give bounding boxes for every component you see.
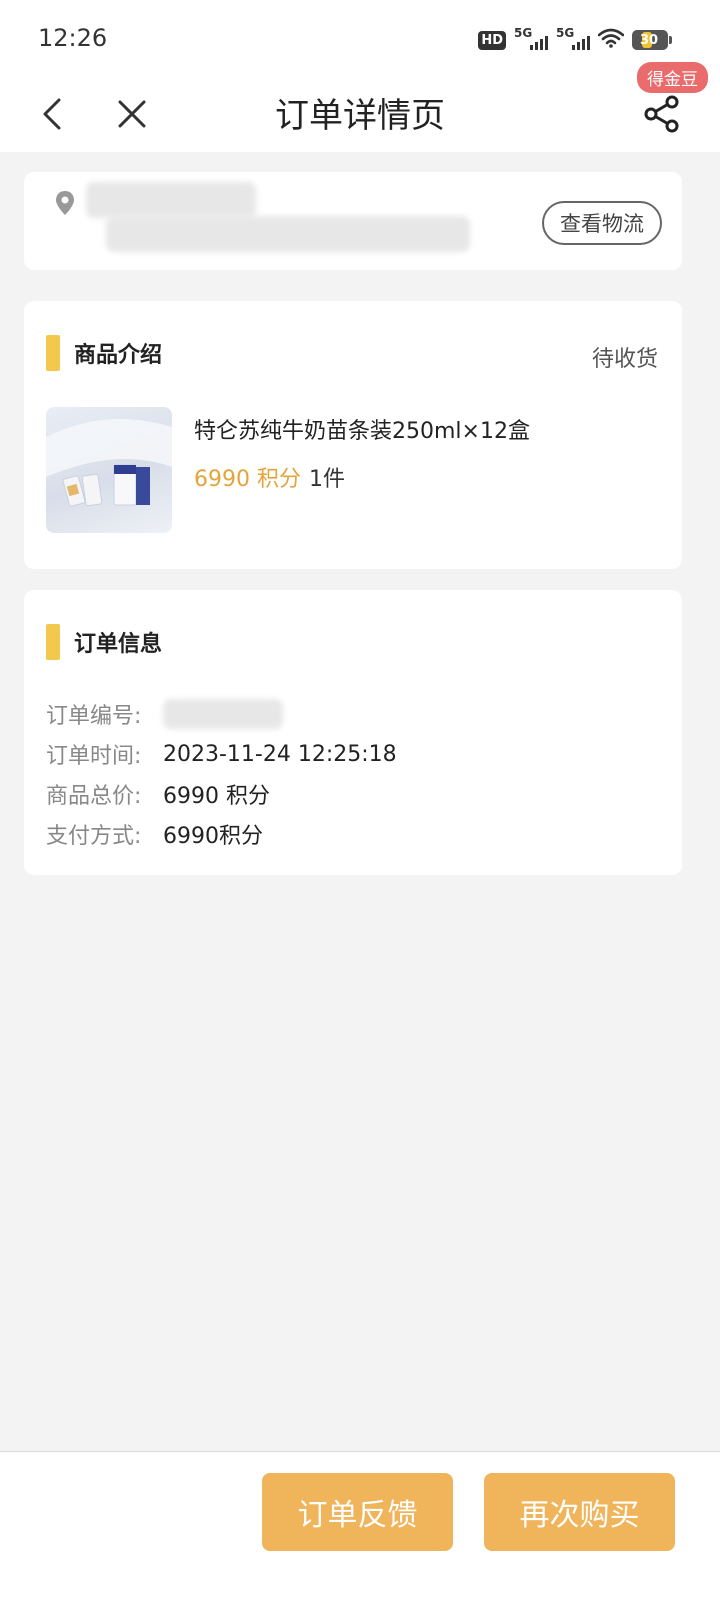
battery-icon: 30 — [632, 30, 672, 50]
info-label: 支付方式: — [46, 824, 142, 849]
status-bar: 12:26 HD 5G 5G 30 — [0, 0, 720, 78]
order-info-card: 订单信息 订单编号: 订单时间: 2023-11-24 12:25:18 商品总… — [24, 590, 682, 875]
location-pin-icon — [56, 191, 74, 215]
hd-icon: HD — [478, 30, 506, 50]
info-value: 2023-11-24 12:25:18 — [163, 741, 397, 767]
address-name-redacted — [86, 182, 256, 218]
order-feedback-button[interactable]: 订单反馈 — [262, 1473, 453, 1551]
order-number-row: 订单编号: — [46, 694, 397, 734]
section-title: 订单信息 — [74, 632, 163, 657]
page-title: 订单详情页 — [275, 96, 445, 136]
product-quantity: 1件 — [308, 467, 345, 492]
address-detail-redacted — [106, 216, 470, 252]
signal-icon: 5G — [514, 26, 548, 52]
order-number-redacted[interactable] — [163, 699, 283, 729]
wifi-icon — [597, 28, 625, 52]
gold-bean-badge[interactable]: 得金豆 — [637, 62, 708, 93]
info-label: 订单编号: — [46, 704, 142, 729]
product-card: 商品介绍 待收货 特仑苏纯牛奶苗条装250ml×12盒 6990 积分 1件 — [24, 301, 682, 569]
info-value: 6990 积分 — [163, 784, 270, 809]
share-icon — [644, 95, 679, 133]
order-time-row: 订单时间: 2023-11-24 12:25:18 — [46, 734, 397, 774]
product-name[interactable]: 特仑苏纯牛奶苗条装250ml×12盒 — [194, 413, 530, 445]
product-image[interactable] — [46, 407, 172, 533]
signal-icon-2: 5G — [556, 26, 590, 52]
section-accent-bar — [46, 624, 60, 660]
product-price-line: 6990 积分 1件 — [194, 461, 345, 493]
status-icons: HD 5G 5G 30 — [478, 26, 672, 54]
product-section-header: 商品介绍 — [46, 335, 162, 371]
payment-method-row: 支付方式: 6990积分 — [46, 814, 397, 854]
address-card: 查看物流 — [24, 172, 682, 270]
total-price-row: 商品总价: 6990 积分 — [46, 774, 397, 814]
product-price: 6990 积分 — [194, 467, 301, 492]
order-info-header: 订单信息 — [46, 624, 162, 660]
order-status: 待收货 — [591, 347, 658, 372]
info-label: 订单时间: — [46, 744, 142, 769]
info-value: 6990积分 — [163, 824, 263, 849]
section-accent-bar — [46, 335, 60, 371]
top-nav: 订单详情页 得金豆 — [0, 62, 720, 152]
buy-again-button[interactable]: 再次购买 — [484, 1473, 675, 1551]
bottom-action-bar: 订单反馈 再次购买 — [0, 1451, 720, 1600]
order-info-rows: 订单编号: 订单时间: 2023-11-24 12:25:18 商品总价: 69… — [46, 694, 397, 854]
status-time: 12:26 — [38, 24, 108, 52]
section-title: 商品介绍 — [74, 343, 163, 368]
view-logistics-button[interactable]: 查看物流 — [542, 201, 662, 245]
share-button[interactable] — [636, 88, 688, 140]
info-label: 商品总价: — [46, 784, 142, 809]
